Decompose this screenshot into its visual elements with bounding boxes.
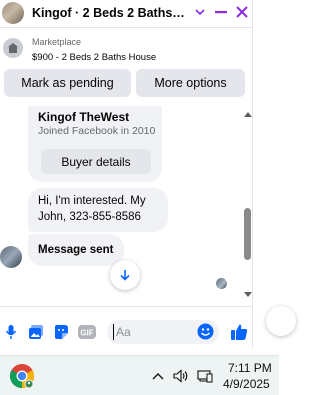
sticker-icon[interactable] — [51, 322, 71, 342]
message-bubble: Hi, I'm interested. My John, 323-855-858… — [28, 188, 168, 232]
taskbar: 7:11 PM 4/9/2025 — [0, 355, 279, 395]
clock-time[interactable]: 7:11 PM — [228, 361, 272, 375]
scroll-up-icon[interactable] — [244, 112, 252, 117]
chat-header[interactable]: Kingof · 2 Beds 2 Baths House — [0, 0, 253, 26]
avatar[interactable] — [2, 2, 24, 24]
profile-card: Kingof TheWest Joined Facebook in 2010 B… — [28, 106, 162, 182]
arrow-down-icon — [120, 270, 130, 281]
close-icon[interactable] — [232, 2, 252, 22]
scrollbar[interactable] — [241, 106, 253, 302]
marketplace-label: Marketplace — [32, 37, 82, 47]
divider — [0, 306, 253, 307]
chevron-down-icon[interactable] — [190, 2, 210, 22]
scroll-down-icon[interactable] — [244, 292, 252, 297]
minimize-icon[interactable] — [211, 2, 231, 22]
chat-title[interactable]: Kingof · 2 Beds 2 Baths House — [32, 6, 188, 20]
svg-text:GIF: GIF — [80, 329, 93, 338]
message-list: Kingof TheWest Joined Facebook in 2010 B… — [0, 106, 253, 302]
chat-window: Kingof · 2 Beds 2 Baths House Marketplac… — [0, 0, 253, 348]
clock-date[interactable]: 4/9/2025 — [223, 377, 270, 391]
gif-icon[interactable]: GIF — [77, 322, 97, 342]
composer: GIF — [0, 318, 253, 346]
photo-icon[interactable] — [26, 322, 46, 342]
network-icon[interactable] — [197, 368, 213, 384]
more-options-button[interactable]: More options — [136, 69, 245, 97]
buyer-details-button[interactable]: Buyer details — [41, 149, 151, 174]
like-icon[interactable] — [229, 322, 249, 342]
read-receipt-avatar — [216, 278, 227, 289]
listing-info[interactable]: Marketplace $900 - 2 Beds 2 Baths House — [0, 34, 253, 64]
mark-as-pending-button[interactable]: Mark as pending — [4, 69, 131, 97]
speaker-icon[interactable] — [173, 368, 189, 384]
scrollbar-thumb[interactable] — [244, 208, 251, 260]
emoji-icon[interactable] — [197, 323, 214, 340]
text-caret — [113, 324, 114, 340]
profile-joined: Joined Facebook in 2010 — [38, 125, 156, 137]
scroll-to-bottom-button[interactable] — [110, 260, 140, 290]
message-bubble: Message sent — [28, 234, 124, 266]
new-message-button[interactable] — [266, 306, 296, 336]
chevron-up-icon[interactable] — [150, 368, 166, 384]
chrome-icon[interactable] — [9, 363, 35, 389]
listing-title[interactable]: $900 - 2 Beds 2 Baths House — [32, 52, 156, 63]
marketplace-icon — [3, 38, 23, 58]
profile-name: Kingof TheWest — [38, 110, 130, 124]
avatar — [0, 246, 22, 268]
microphone-icon[interactable] — [1, 322, 21, 342]
divider — [0, 27, 253, 28]
